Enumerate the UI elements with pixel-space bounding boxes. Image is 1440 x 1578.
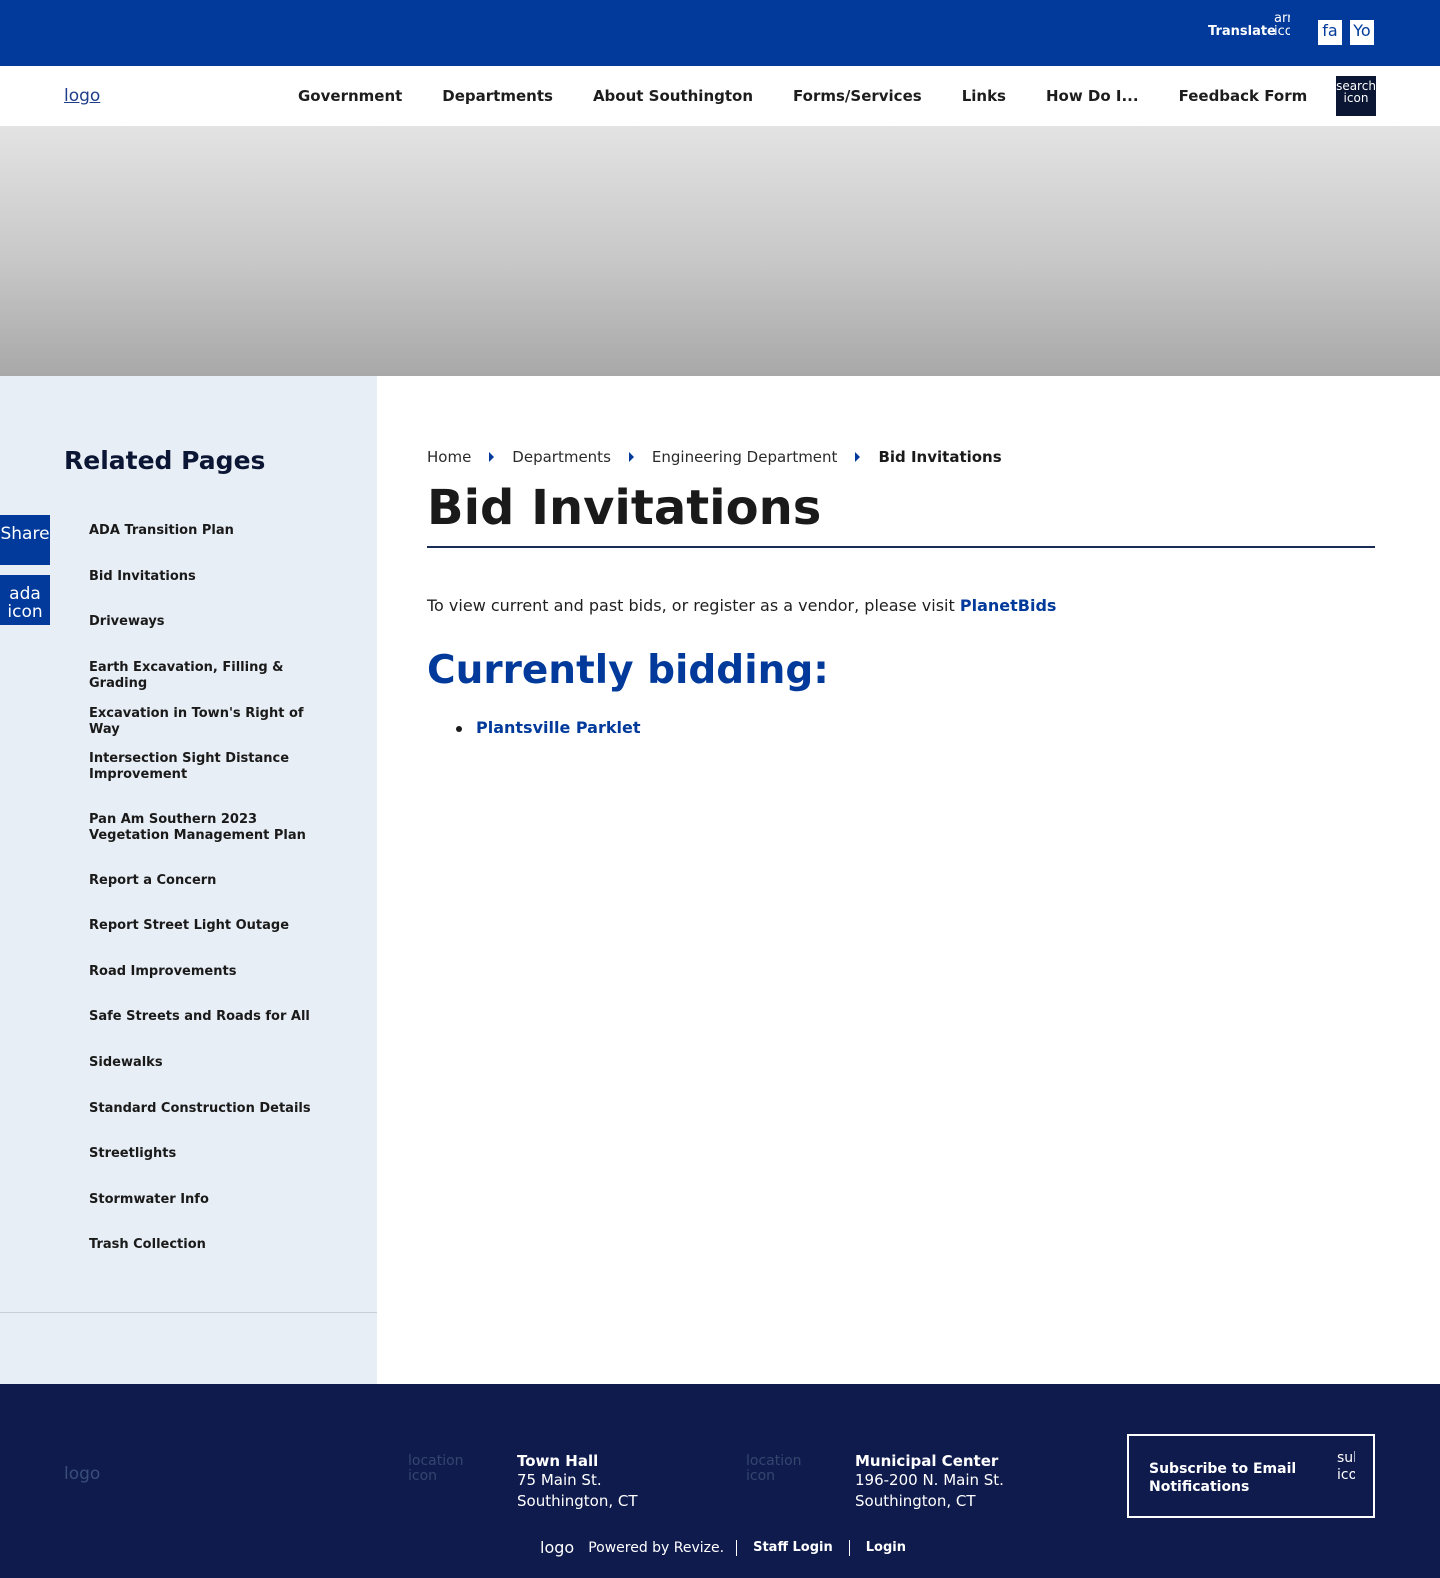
youtube-icon[interactable]: Yo xyxy=(1350,20,1374,45)
nav-departments[interactable]: Departments xyxy=(442,87,553,105)
sidebar-item-trash-collection[interactable]: Trash Collection xyxy=(89,1237,329,1253)
town-hall-street: 75 Main St. xyxy=(517,1471,602,1489)
sidebar-item-ada-transition-plan[interactable]: ADA Transition Plan xyxy=(89,523,329,539)
footer-separator xyxy=(736,1539,738,1556)
powered-by-text: Powered by Revize. xyxy=(588,1539,725,1556)
subscribe-icon: sub icon xyxy=(1337,1450,1355,1483)
sidebar-item-safe-streets[interactable]: Safe Streets and Roads for All xyxy=(89,1009,329,1025)
sidebar-item-road-improvements[interactable]: Road Improvements xyxy=(89,964,329,980)
sidebar-item-excavation-right-of-way[interactable]: Excavation in Town's Right of Way xyxy=(89,706,329,738)
facebook-icon[interactable]: fa xyxy=(1318,20,1342,45)
site-footer: logo location icon Town Hall 75 Main St.… xyxy=(0,1384,1440,1578)
search-icon[interactable]: search icon xyxy=(1336,76,1376,116)
municipal-center-city: Southington, CT xyxy=(855,1492,976,1510)
share-icon[interactable]: Share xyxy=(0,515,50,565)
footer-logo[interactable]: logo xyxy=(64,1464,100,1484)
subscribe-email-button[interactable]: Subscribe to Email Notifications sub ico… xyxy=(1127,1434,1375,1518)
ada-accessibility-icon[interactable]: ada icon xyxy=(0,575,50,625)
subscribe-label: Subscribe to Email Notifications xyxy=(1149,1461,1297,1495)
sidebar-item-pan-am-southern[interactable]: Pan Am Southern 2023 Vegetation Manageme… xyxy=(89,812,329,844)
footer-separator xyxy=(848,1539,850,1556)
municipal-center-name: Municipal Center xyxy=(855,1452,999,1470)
bid-list: Plantsville Parklet xyxy=(456,718,640,737)
top-utility-bar: Translate arrow icon fa Yo xyxy=(0,0,1440,66)
sidebar-divider xyxy=(0,1312,377,1313)
intro-text: To view current and past bids, or regist… xyxy=(427,596,960,615)
town-hall-city: Southington, CT xyxy=(517,1492,638,1510)
footer-bottom-bar: logo Powered by Revize. Staff Login Logi… xyxy=(540,1538,922,1557)
sidebar-item-standard-construction-details[interactable]: Standard Construction Details xyxy=(89,1101,329,1117)
sidebar-item-streetlights[interactable]: Streetlights xyxy=(89,1146,329,1162)
translate-arrow-icon[interactable]: arrow icon xyxy=(1274,12,1290,52)
title-divider xyxy=(427,546,1375,548)
breadcrumb-current: Bid Invitations xyxy=(878,448,1002,466)
youtube-icon-alt: Yo xyxy=(1353,21,1371,40)
town-hall-address: Town Hall 75 Main St. Southington, CT xyxy=(517,1452,638,1512)
hero-banner xyxy=(0,126,1440,376)
login-link[interactable]: Login xyxy=(866,1540,906,1555)
sidebar-item-driveways[interactable]: Driveways xyxy=(89,614,329,630)
related-pages-sidebar: Related Pages ADA Transition Plan Bid In… xyxy=(0,376,377,1384)
breadcrumb: Home Departments Engineering Department … xyxy=(427,448,1002,466)
location-icon: location icon xyxy=(408,1454,464,1484)
sidebar-item-report-street-light-outage[interactable]: Report Street Light Outage xyxy=(89,918,329,934)
sidebar-item-earth-excavation[interactable]: Earth Excavation, Filling & Grading xyxy=(89,660,329,692)
town-hall-name: Town Hall xyxy=(517,1452,599,1470)
location-icon: location icon xyxy=(746,1454,802,1484)
facebook-icon-alt: fa xyxy=(1322,21,1338,40)
nav-how-do-i[interactable]: How Do I... xyxy=(1046,87,1139,105)
municipal-center-address: Municipal Center 196-200 N. Main St. Sou… xyxy=(855,1452,1004,1512)
sidebar-item-stormwater-info[interactable]: Stormwater Info xyxy=(89,1192,329,1208)
sidebar-title: Related Pages xyxy=(64,446,266,475)
currently-bidding-heading: Currently bidding: xyxy=(427,648,829,693)
sidebar-item-bid-invitations[interactable]: Bid Invitations xyxy=(89,569,329,585)
list-item: Plantsville Parklet xyxy=(456,718,640,737)
revize-logo[interactable]: logo xyxy=(540,1538,574,1557)
intro-paragraph: To view current and past bids, or regist… xyxy=(427,596,1056,615)
sidebar-item-intersection-sight-distance[interactable]: Intersection Sight Distance Improvement xyxy=(89,751,329,783)
breadcrumb-engineering-department[interactable]: Engineering Department xyxy=(652,448,838,466)
nav-links[interactable]: Links xyxy=(962,87,1006,105)
breadcrumb-arrow-icon xyxy=(489,452,495,462)
planetbids-link[interactable]: PlanetBids xyxy=(960,596,1057,615)
sidebar-item-report-a-concern[interactable]: Report a Concern xyxy=(89,873,329,889)
breadcrumb-arrow-icon xyxy=(628,452,634,462)
breadcrumb-home[interactable]: Home xyxy=(427,448,471,466)
bid-link-plantsville-parklet[interactable]: Plantsville Parklet xyxy=(476,718,640,737)
nav-feedback-form[interactable]: Feedback Form xyxy=(1179,87,1308,105)
breadcrumb-arrow-icon xyxy=(855,452,861,462)
breadcrumb-departments[interactable]: Departments xyxy=(512,448,611,466)
nav-forms-services[interactable]: Forms/Services xyxy=(793,87,922,105)
page-title: Bid Invitations xyxy=(427,480,822,536)
translate-label[interactable]: Translate xyxy=(1208,24,1276,39)
site-logo[interactable]: logo xyxy=(64,86,100,106)
main-nav: Government Departments About Southington… xyxy=(298,87,1347,105)
sidebar-item-sidewalks[interactable]: Sidewalks xyxy=(89,1055,329,1071)
nav-government[interactable]: Government xyxy=(298,87,402,105)
municipal-center-street: 196-200 N. Main St. xyxy=(855,1471,1004,1489)
nav-about-southington[interactable]: About Southington xyxy=(593,87,753,105)
staff-login-link[interactable]: Staff Login xyxy=(753,1540,833,1555)
main-header: logo Government Departments About Southi… xyxy=(0,66,1440,126)
